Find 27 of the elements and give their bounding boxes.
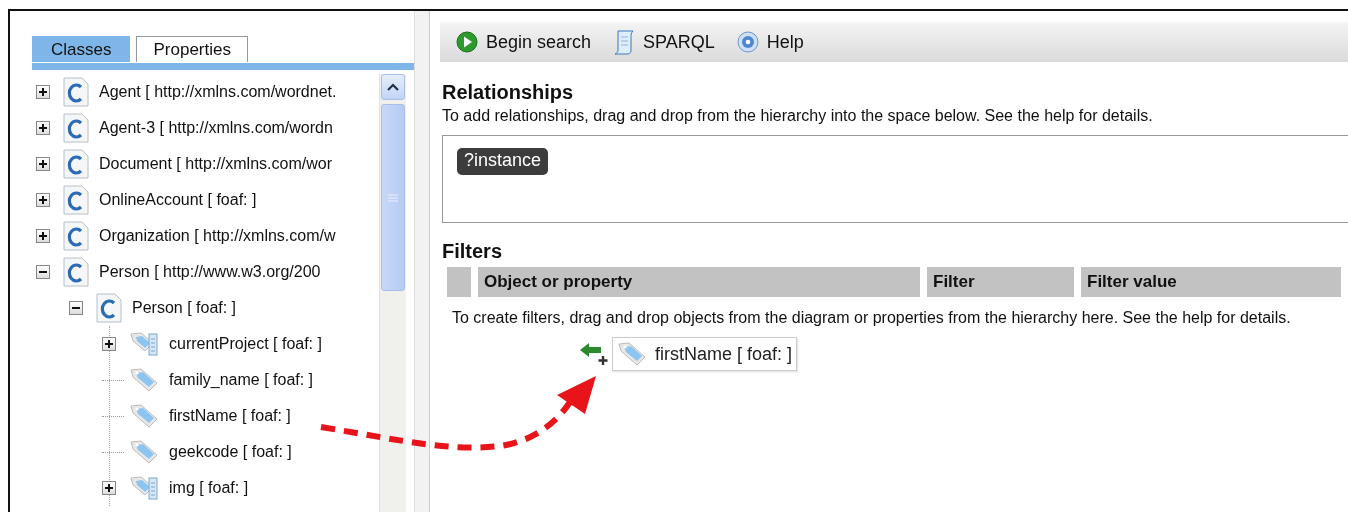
toolbar-button[interactable]: Begin search bbox=[456, 31, 604, 53]
toolbar-button[interactable]: SPARQL bbox=[613, 29, 727, 55]
relationships-canvas[interactable]: ?instance bbox=[442, 135, 1348, 223]
tab[interactable]: Classes bbox=[32, 36, 131, 62]
column-header[interactable]: Filter bbox=[927, 267, 1074, 297]
tree-item[interactable]: Person [ http://www.w3.org/200 bbox=[99, 263, 321, 281]
column-header[interactable]: Filter value bbox=[1081, 267, 1341, 297]
tab[interactable]: Properties bbox=[136, 36, 248, 62]
instructions-text: To add relationships, drag and drop from the hierarchy into the space below. See the help for details. bbox=[442, 106, 1154, 126]
tree-item[interactable]: geekcode [ foaf: ] bbox=[169, 443, 292, 461]
section-title: Filters bbox=[442, 239, 504, 263]
tree-item[interactable]: img [ foaf: ] bbox=[169, 479, 249, 497]
tree-item[interactable]: Person [ foaf: ] bbox=[132, 299, 237, 317]
tree-item[interactable]: family_name [ foaf: ] bbox=[169, 371, 314, 389]
column-header[interactable]: Object or property bbox=[478, 267, 920, 297]
tree-item[interactable]: Document [ http://xmlns.com/wor bbox=[99, 155, 332, 173]
tree-item[interactable]: currentProject [ foaf: ] bbox=[169, 335, 322, 353]
instructions-text: To create filters, drag and drop objects from the diagram or properties from the hierarchy here. See the help for details. bbox=[452, 308, 1292, 328]
variable-node[interactable]: ?instance bbox=[457, 148, 549, 175]
tree-item[interactable]: OnlineAccount [ foaf: ] bbox=[99, 191, 257, 209]
tree-item[interactable]: firstName [ foaf: ] bbox=[169, 407, 291, 425]
toolbar-button[interactable]: Help bbox=[736, 31, 816, 53]
section-title: Relationships bbox=[442, 80, 575, 104]
drag-preview: firstName [ foaf: ] bbox=[612, 337, 798, 371]
tree-item[interactable]: Organization [ http://xmlns.com/w bbox=[99, 227, 336, 245]
tree-item[interactable]: Agent [ http://xmlns.com/wordnet. bbox=[99, 83, 337, 101]
tree-item[interactable]: Agent-3 [ http://xmlns.com/wordn bbox=[99, 119, 333, 137]
